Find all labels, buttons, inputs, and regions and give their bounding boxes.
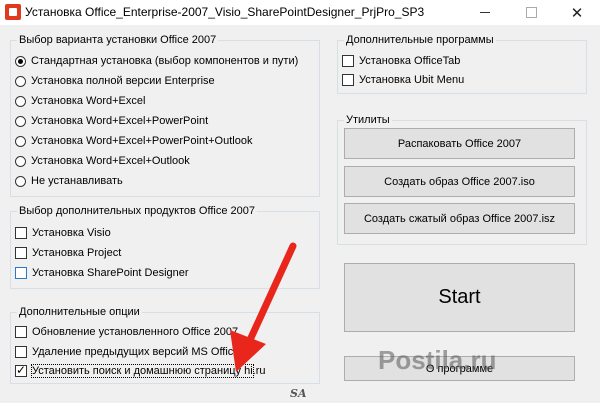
red-arrow-annotation [230, 242, 297, 372]
arrow-shaft [246, 242, 297, 344]
installer-window: Установка Office_Enterprise-2007_Visio_S… [0, 0, 600, 403]
